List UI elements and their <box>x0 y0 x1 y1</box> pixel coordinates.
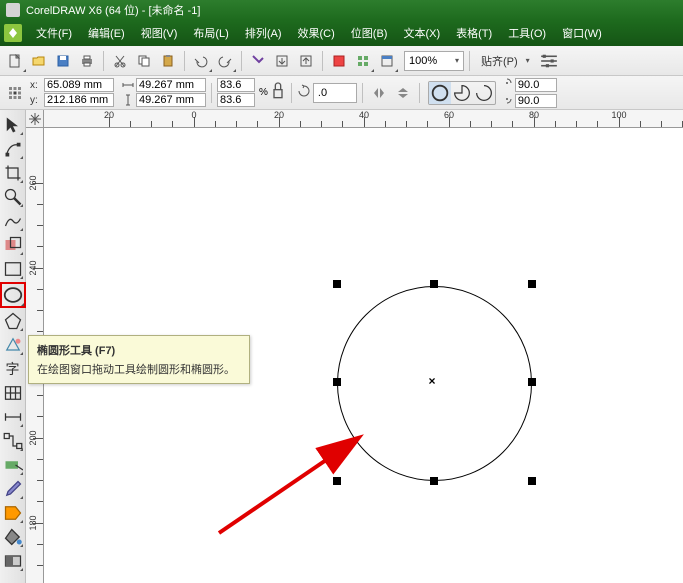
selection-handle[interactable] <box>528 477 536 485</box>
menu-text[interactable]: 文本(X) <box>395 21 448 45</box>
eyedropper-tool[interactable] <box>2 478 24 500</box>
ellipse-tool-tooltip: 椭圆形工具 (F7) 在绘图窗口拖动工具绘制圆形和椭圆形。 <box>28 335 250 384</box>
selection-handle[interactable] <box>528 378 536 386</box>
pick-tool[interactable] <box>2 114 24 136</box>
y-label: y: <box>30 95 42 106</box>
basic-shapes-tool[interactable] <box>2 334 24 356</box>
selection-handle[interactable] <box>333 280 341 288</box>
scale-y-input[interactable]: 83.6 <box>217 93 255 107</box>
selection-handle[interactable] <box>430 477 438 485</box>
toolbox: 字 <box>0 110 26 583</box>
import-button[interactable] <box>271 50 293 72</box>
percent-label: % <box>259 87 268 98</box>
tooltip-title: 椭圆形工具 (F7) <box>37 342 241 358</box>
snap-to-dropdown[interactable]: 贴齐(P) <box>481 53 530 69</box>
coreldraw-logo-icon <box>4 24 22 42</box>
end-angle-icon <box>501 93 513 108</box>
zoom-level-input[interactable]: 100% <box>404 51 464 71</box>
menu-tools[interactable]: 工具(O) <box>500 21 554 45</box>
menu-window[interactable]: 窗口(W) <box>554 21 610 45</box>
selection-handle[interactable] <box>528 280 536 288</box>
horizontal-ruler[interactable]: 20020406080100120 <box>44 110 683 128</box>
start-angle-input[interactable]: 90.0 <box>515 78 557 92</box>
x-position-input[interactable]: 65.089 mm <box>44 78 114 92</box>
standard-toolbar: 100% 贴齐(P) <box>0 46 683 76</box>
crop-tool[interactable] <box>2 162 24 184</box>
menu-view[interactable]: 视图(V) <box>133 21 186 45</box>
app-icon <box>6 3 20 17</box>
menu-file[interactable]: 文件(F) <box>28 21 80 45</box>
menu-effects[interactable]: 效果(C) <box>290 21 343 45</box>
open-button[interactable] <box>28 50 50 72</box>
polygon-tool[interactable] <box>2 310 24 332</box>
new-button[interactable] <box>4 50 26 72</box>
rectangle-tool[interactable] <box>2 258 24 280</box>
annotation-arrow-icon <box>209 423 379 543</box>
tooltip-description: 在绘图窗口拖动工具绘制圆形和椭圆形。 <box>37 361 241 377</box>
menu-layout[interactable]: 布局(L) <box>185 21 236 45</box>
selection-handle[interactable] <box>333 477 341 485</box>
connector-tool[interactable] <box>2 430 24 452</box>
height-input[interactable]: 49.267 mm <box>136 93 206 107</box>
app-launcher-button[interactable] <box>352 50 374 72</box>
redo-button[interactable] <box>214 50 236 72</box>
fill-tool[interactable] <box>2 526 24 548</box>
cut-button[interactable] <box>109 50 131 72</box>
x-label: x: <box>30 80 42 91</box>
rotation-icon <box>297 84 311 101</box>
mirror-horizontal-button[interactable] <box>368 82 390 104</box>
paste-button[interactable] <box>157 50 179 72</box>
ellipse-type-group <box>428 81 496 105</box>
end-angle-input[interactable]: 90.0 <box>515 94 557 108</box>
ellipse-arc-button[interactable] <box>473 82 495 104</box>
text-tool[interactable]: 字 <box>2 358 24 380</box>
selection-handle[interactable] <box>333 378 341 386</box>
undo-button[interactable] <box>190 50 212 72</box>
height-icon <box>122 94 134 106</box>
ruler-origin[interactable] <box>26 110 44 128</box>
freehand-tool[interactable] <box>2 210 24 232</box>
welcome-button[interactable] <box>376 50 398 72</box>
copy-button[interactable] <box>133 50 155 72</box>
outline-tool[interactable] <box>2 502 24 524</box>
interactive-fill-tool[interactable] <box>2 550 24 572</box>
ellipse-tool[interactable] <box>0 282 26 308</box>
width-icon <box>122 79 134 91</box>
ellipse-full-button[interactable] <box>429 82 451 104</box>
y-position-input[interactable]: 212.186 mm <box>44 93 114 107</box>
mirror-vertical-button[interactable] <box>392 82 414 104</box>
start-angle-icon <box>501 77 513 92</box>
search-button[interactable] <box>247 50 269 72</box>
property-bar: x:65.089 mm y:212.186 mm 49.267 mm 49.26… <box>0 76 683 110</box>
zoom-tool[interactable] <box>2 186 24 208</box>
publish-pdf-button[interactable] <box>328 50 350 72</box>
menu-bitmaps[interactable]: 位图(B) <box>343 21 396 45</box>
export-button[interactable] <box>295 50 317 72</box>
interactive-tool[interactable] <box>2 454 24 476</box>
table-tool[interactable] <box>2 382 24 404</box>
options-button[interactable] <box>538 50 560 72</box>
menu-arrange[interactable]: 排列(A) <box>237 21 290 45</box>
selection-center-marker: × <box>428 374 435 388</box>
selection-handle[interactable] <box>430 280 438 288</box>
menu-edit[interactable]: 编辑(E) <box>80 21 133 45</box>
rotation-input[interactable]: .0 <box>313 83 357 103</box>
scale-x-input[interactable]: 83.6 <box>217 78 255 92</box>
app-title: CorelDRAW X6 (64 位) - [未命名 -1] <box>26 2 200 18</box>
menu-bar: 文件(F) 编辑(E) 视图(V) 布局(L) 排列(A) 效果(C) 位图(B… <box>0 20 683 46</box>
lock-ratio-button[interactable] <box>270 79 286 107</box>
print-button[interactable] <box>76 50 98 72</box>
ellipse-pie-button[interactable] <box>451 82 473 104</box>
save-button[interactable] <box>52 50 74 72</box>
smart-fill-tool[interactable] <box>2 234 24 256</box>
width-input[interactable]: 49.267 mm <box>136 78 206 92</box>
preset-position-button[interactable] <box>4 82 26 104</box>
dimension-tool[interactable] <box>2 406 24 428</box>
title-bar: CorelDRAW X6 (64 位) - [未命名 -1] <box>0 0 683 20</box>
menu-table[interactable]: 表格(T) <box>448 21 500 45</box>
shape-tool[interactable] <box>2 138 24 160</box>
